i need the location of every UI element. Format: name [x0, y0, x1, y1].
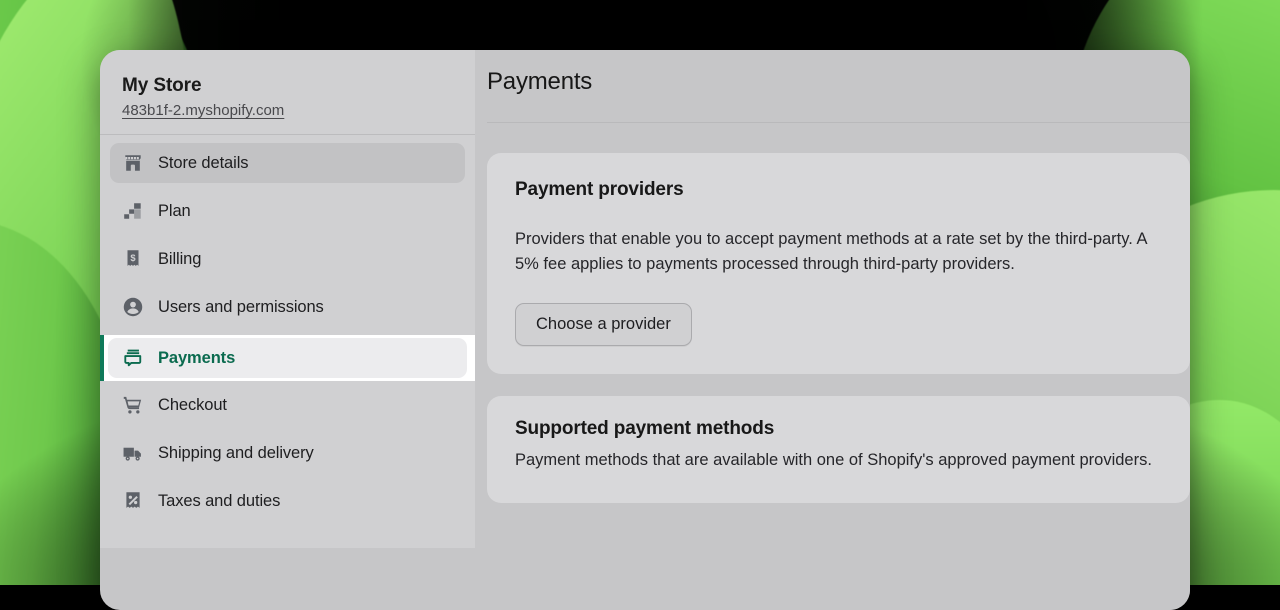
choose-a-provider-button[interactable]: Choose a provider: [515, 303, 692, 346]
sidebar-item-payments[interactable]: Payments: [100, 335, 475, 381]
sidebar-item-label: Taxes and duties: [158, 492, 280, 511]
card-description: Payment methods that are available with …: [515, 448, 1162, 473]
payment-providers-card: Payment providers Providers that enable …: [487, 153, 1190, 374]
sidebar-item-label: Plan: [158, 202, 191, 221]
payment-card-icon: [122, 347, 144, 369]
app-window: My Store 483b1f-2.myshopify.com Store de…: [100, 50, 1190, 610]
sidebar-item-label: Checkout: [158, 396, 227, 415]
sidebar-item-label: Billing: [158, 250, 201, 269]
sidebar-item-checkout[interactable]: Checkout: [110, 385, 465, 425]
percent-tag-icon: [122, 490, 144, 512]
sidebar-item-shipping-and-delivery[interactable]: Shipping and delivery: [110, 433, 465, 473]
sidebar-item-users-and-permissions[interactable]: Users and permissions: [110, 287, 465, 327]
card-description: Providers that enable you to accept paym…: [515, 227, 1162, 277]
supported-payment-methods-card: Supported payment methods Payment method…: [487, 396, 1190, 503]
page-title: Payments: [475, 50, 1190, 96]
sidebar-item-label: Users and permissions: [158, 298, 324, 317]
sidebar-item-plan[interactable]: Plan: [110, 191, 465, 231]
sidebar-item-label: Payments: [158, 349, 235, 368]
store-header: My Store 483b1f-2.myshopify.com: [100, 50, 475, 134]
page-title-divider: [487, 122, 1190, 123]
store-name: My Store: [122, 74, 453, 98]
card-title: Supported payment methods: [515, 418, 1162, 440]
receipt-dollar-icon: $: [122, 248, 144, 270]
delivery-truck-icon: [122, 442, 144, 464]
sidebar-item-label: Shipping and delivery: [158, 444, 314, 463]
sidebar-item-billing[interactable]: $ Billing: [110, 239, 465, 279]
store-url-link[interactable]: 483b1f-2.myshopify.com: [122, 102, 284, 119]
card-title: Payment providers: [515, 179, 1162, 201]
main-content: Payments Payment providers Providers tha…: [475, 50, 1190, 610]
plan-steps-icon: [122, 200, 144, 222]
sidebar-item-taxes-and-duties[interactable]: Taxes and duties: [110, 481, 465, 521]
shopping-cart-icon: [122, 394, 144, 416]
settings-sidebar: My Store 483b1f-2.myshopify.com Store de…: [100, 50, 475, 548]
svg-text:$: $: [130, 253, 136, 263]
storefront-icon: [122, 152, 144, 174]
sidebar-item-label: Store details: [158, 154, 248, 173]
person-circle-icon: [122, 296, 144, 318]
sidebar-item-store-details[interactable]: Store details: [110, 143, 465, 183]
sidebar-nav: Store details Plan $ Billing Users and p…: [100, 135, 475, 521]
